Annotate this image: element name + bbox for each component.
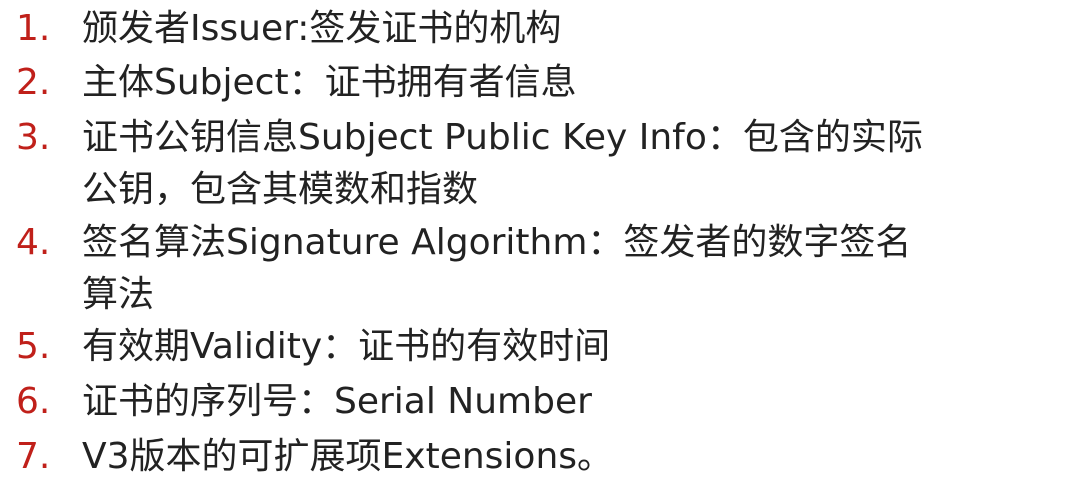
list-number: 2. xyxy=(16,62,51,103)
list-number: 6. xyxy=(16,381,51,422)
list-text: 主体Subject：证书拥有者信息 xyxy=(82,62,577,103)
list-text: 有效期Validity：证书的有效时间 xyxy=(82,326,611,367)
certificate-fields-list: 1. 颁发者Issuer:签发证书的机构 2. 主体Subject：证书拥有者信… xyxy=(0,0,1076,491)
list-text: 签名算法Signature Algorithm：签发者的数字签名 xyxy=(82,222,912,263)
list-number: 4. xyxy=(16,222,51,263)
list-number: 7. xyxy=(16,436,51,477)
list-text-continuation: 算法 xyxy=(82,274,155,315)
list-text: 颁发者Issuer:签发证书的机构 xyxy=(82,8,562,49)
list-text: 证书的序列号：Serial Number xyxy=(82,381,592,422)
list-text: 证书公钥信息Subject Public Key Info：包含的实际 xyxy=(82,117,923,158)
list-number: 5. xyxy=(16,326,51,367)
list-text-continuation: 公钥，包含其模数和指数 xyxy=(82,169,479,210)
list-number: 3. xyxy=(16,117,51,158)
list-number: 1. xyxy=(16,8,51,49)
list-text: V3版本的可扩展项Extensions。 xyxy=(82,436,614,477)
